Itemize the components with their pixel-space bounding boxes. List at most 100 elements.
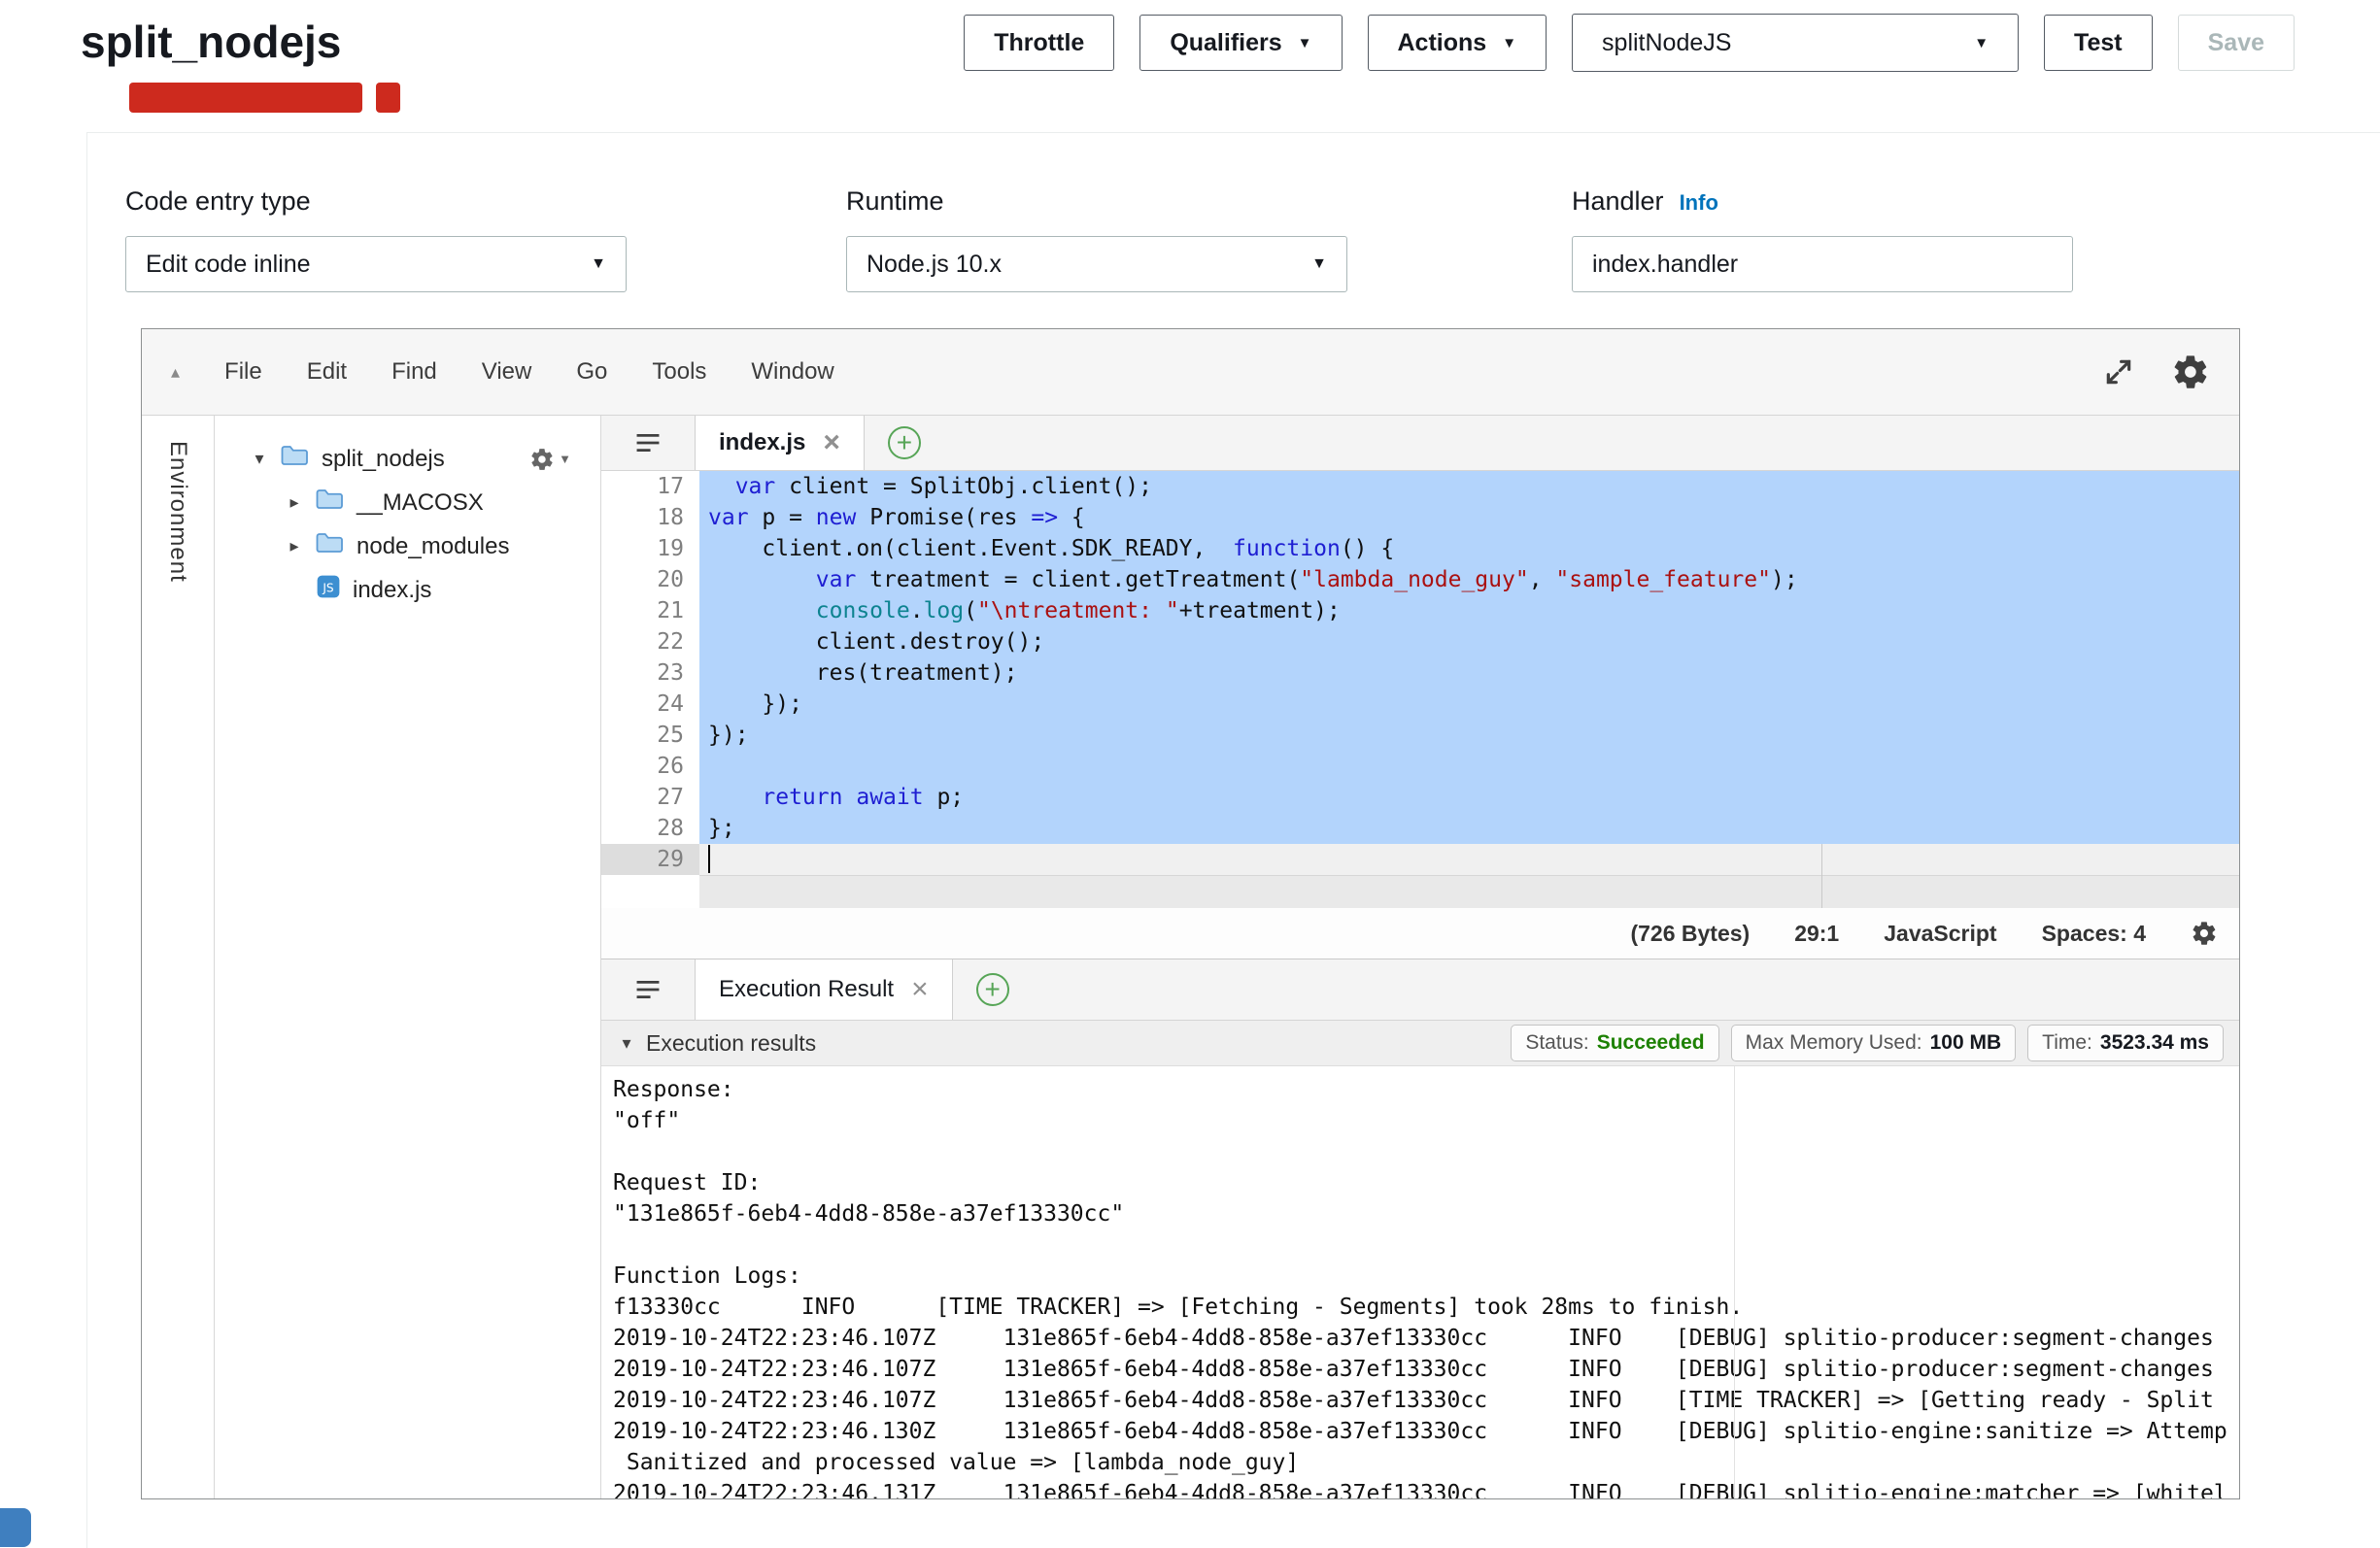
test-button[interactable]: Test [2044, 15, 2153, 71]
print-margin-line [1734, 1066, 1735, 1498]
menu-edit[interactable]: Edit [307, 358, 347, 386]
collapse-editor-icon[interactable]: ▴ [171, 362, 180, 383]
menu-file[interactable]: File [224, 358, 262, 386]
status-label: Status: [1525, 1031, 1588, 1055]
new-tab-icon[interactable]: + [976, 973, 1009, 1006]
code-line[interactable]: console.log("\ntreatment: "+treatment); [699, 595, 2239, 626]
handler-info-link[interactable]: Info [1680, 190, 1718, 216]
throttle-button[interactable]: Throttle [964, 15, 1114, 71]
tree-settings-gear-icon[interactable]: ▼ [529, 447, 571, 472]
tab-index-js[interactable]: index.js × [695, 416, 865, 470]
code-line[interactable] [699, 751, 2239, 782]
chevron-expanded-icon[interactable]: ▾ [617, 1033, 636, 1054]
gutter-line-number[interactable]: 22 [601, 626, 699, 657]
tree-item-macosx[interactable]: ▸ __MACOSX [215, 481, 600, 524]
code-line[interactable]: res(treatment); [699, 657, 2239, 689]
fullscreen-icon[interactable] [2103, 356, 2134, 387]
log-line: 2019-10-24T22:23:46.107Z 131e865f-6eb4-4… [613, 1323, 2239, 1354]
handler-label: Handler [1572, 186, 1664, 217]
runtime-field: Runtime Node.js 10.x ▼ [846, 186, 1347, 292]
qualifiers-button[interactable]: Qualifiers ▼ [1139, 15, 1342, 71]
clipped-blue-element [0, 1508, 31, 1547]
print-margin-line [1821, 844, 1822, 908]
cursor-position-status[interactable]: 29:1 [1794, 921, 1839, 947]
gutter-line-number[interactable]: 24 [601, 689, 699, 720]
gutter-line-number[interactable]: 23 [601, 657, 699, 689]
close-icon[interactable]: × [911, 975, 929, 1004]
close-icon[interactable]: × [823, 428, 840, 457]
new-tab-icon[interactable]: + [888, 426, 921, 459]
code-entry-type-label: Code entry type [125, 186, 627, 217]
menu-view[interactable]: View [482, 358, 532, 386]
tree-item-index-js[interactable]: JS index.js [215, 568, 600, 612]
code-entry-type-value: Edit code inline [146, 251, 311, 279]
ide-menu-items: File Edit Find View Go Tools Window [224, 358, 879, 386]
environment-side-tab[interactable]: Environment [142, 416, 215, 1498]
save-button[interactable]: Save [2178, 15, 2295, 71]
code-entry-type-select[interactable]: Edit code inline ▼ [125, 236, 627, 292]
gutter-line-number[interactable]: 19 [601, 533, 699, 564]
alias-select[interactable]: splitNodeJS ▼ [1572, 14, 2019, 72]
code-line[interactable]: client.on(client.Event.SDK_READY, functi… [699, 533, 2239, 564]
code-line[interactable]: client.destroy(); [699, 626, 2239, 657]
gutter-line-number[interactable]: 26 [601, 751, 699, 782]
menu-window[interactable]: Window [751, 358, 833, 386]
status-bar-gear-icon[interactable] [2191, 920, 2218, 947]
code-line[interactable]: var client = SplitObj.client(); [699, 471, 2239, 502]
gutter-line-number[interactable]: 27 [601, 782, 699, 813]
log-line [613, 1229, 2239, 1261]
tree-item-label: split_nodejs [322, 446, 445, 473]
code-editor-area[interactable]: 17181920212223242526272829 var client = … [601, 471, 2239, 908]
log-line [613, 1136, 2239, 1167]
gutter-line-number[interactable]: 21 [601, 595, 699, 626]
tab-list-icon[interactable] [601, 959, 695, 1020]
actions-button[interactable]: Actions ▼ [1368, 15, 1547, 71]
clipped-red-element [129, 83, 362, 113]
tree-item-label: index.js [353, 577, 431, 604]
tab-execution-result[interactable]: Execution Result × [695, 959, 953, 1020]
execution-log-output[interactable]: Response:"off"Request ID:"131e865f-6eb4-… [601, 1066, 2239, 1498]
results-tab-bar: Execution Result × + [601, 959, 2239, 1021]
tree-item-split-nodejs[interactable]: ▾ split_nodejs ▼ [215, 437, 600, 481]
status-badge: Status: Succeeded [1511, 1025, 1718, 1061]
qualifiers-button-label: Qualifiers [1170, 29, 1281, 57]
menu-find[interactable]: Find [391, 358, 437, 386]
code-line[interactable]: var treatment = client.getTreatment("lam… [699, 564, 2239, 595]
language-mode-status[interactable]: JavaScript [1884, 921, 1996, 947]
gutter-line-number[interactable]: 18 [601, 502, 699, 533]
runtime-select[interactable]: Node.js 10.x ▼ [846, 236, 1347, 292]
code-line[interactable]: }; [699, 813, 2239, 844]
gutter-line-number[interactable]: 17 [601, 471, 699, 502]
runtime-value: Node.js 10.x [867, 251, 1002, 279]
tree-item-node-modules[interactable]: ▸ node_modules [215, 524, 600, 568]
gutter-line-number[interactable]: 28 [601, 813, 699, 844]
tab-label: Execution Result [719, 976, 894, 1003]
indentation-status[interactable]: Spaces: 4 [2042, 921, 2146, 947]
log-line: "off" [613, 1105, 2239, 1136]
chevron-down-icon: ▼ [1974, 36, 1989, 50]
log-line: Sanitized and processed value => [lambda… [613, 1447, 2239, 1478]
gutter-line-number[interactable]: 20 [601, 564, 699, 595]
handler-input[interactable] [1572, 236, 2073, 292]
code-line[interactable] [699, 844, 2239, 875]
chevron-collapsed-icon: ▸ [285, 536, 304, 556]
menu-go[interactable]: Go [576, 358, 607, 386]
horizontal-scrollbar[interactable] [699, 875, 2239, 908]
code-entry-type-field: Code entry type Edit code inline ▼ [125, 186, 627, 292]
log-line: 2019-10-24T22:23:46.107Z 131e865f-6eb4-4… [613, 1354, 2239, 1385]
file-tree: ▾ split_nodejs ▼ ▸ [215, 416, 601, 1498]
menu-tools[interactable]: Tools [652, 358, 706, 386]
gutter-line-number[interactable]: 25 [601, 720, 699, 751]
code-line[interactable]: var p = new Promise(res => { [699, 502, 2239, 533]
code-line[interactable]: return await p; [699, 782, 2239, 813]
code-line[interactable]: }); [699, 720, 2239, 751]
folder-icon [316, 488, 345, 518]
tab-list-icon[interactable] [601, 416, 695, 470]
code-line[interactable]: }); [699, 689, 2239, 720]
editor-tab-bar: index.js × + [601, 416, 2239, 471]
gutter-line-number[interactable]: 29 [601, 844, 699, 875]
ide-settings-gear-icon[interactable] [2171, 353, 2210, 391]
log-line: 2019-10-24T22:23:46.107Z 131e865f-6eb4-4… [613, 1385, 2239, 1416]
tree-item-label: __MACOSX [357, 489, 484, 517]
code-rows: var client = SplitObj.client();var p = n… [699, 471, 2239, 875]
